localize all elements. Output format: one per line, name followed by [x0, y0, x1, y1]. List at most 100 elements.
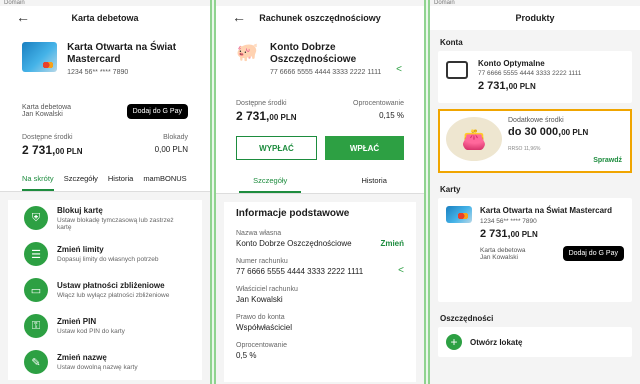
card-owner: Jan Kowalski [22, 111, 63, 118]
promo-amount: do 30 000,00 PLN [508, 126, 588, 138]
blocked-label: Blokady [163, 134, 188, 141]
rate-label: Oprocentowanie [353, 100, 404, 107]
add-to-gpay-button[interactable]: Dodaj do G Pay [126, 103, 188, 119]
card-type: Karta debetowa [22, 104, 72, 111]
tab-mambonus[interactable]: mamBONUS [143, 168, 186, 191]
card-details-screen: Domain ← Karta debetowa Karta Otwarta na… [0, 0, 212, 384]
savings-account-screen: ← Rachunek oszczędnościowy 🐖 Konto Dobrz… [214, 0, 426, 384]
field-label: Nazwa własna [236, 230, 282, 237]
screens-container: Domain ← Karta debetowa Karta Otwarta na… [0, 0, 640, 384]
piggy-bank-icon: 🐖 [236, 42, 259, 62]
menu-title: Ustaw płatności zbliżeniowe [57, 281, 165, 290]
menu-subtitle: Dopasuj limity do własnych potrzeb [57, 256, 159, 263]
change-name-link[interactable]: Zmień [380, 239, 404, 248]
balance-row: Dostępne środki 2 731,00 PLN Blokady 0,0… [0, 128, 210, 168]
share-icon[interactable]: < [398, 265, 404, 276]
info-row-owner: Właściciel rachunku Jan Kowalski [236, 281, 404, 309]
withdraw-button[interactable]: WYPŁAĆ [236, 136, 317, 160]
menu-item-limits[interactable]: ☰ Zmień limity Dopasuj limity do własnych… [14, 236, 196, 272]
field-label: Numer rachunku [236, 258, 288, 265]
available-amount: 2 731,00 PLN [22, 143, 83, 157]
amount-cents: 00 PLN [55, 147, 83, 156]
promo-rrso: RRSO 11,96% [508, 146, 541, 152]
cards-section-title: Karty [440, 185, 461, 194]
tab-shortcuts[interactable]: Na skróty [22, 168, 54, 191]
info-row-right: Prawo do konta Współwłaściciel [236, 309, 404, 337]
lock-icon: ⚿ [24, 314, 48, 338]
card-product[interactable]: Karta Otwarta na Świat Mastercard 1234 5… [438, 198, 632, 302]
back-arrow-icon[interactable]: ← [16, 9, 30, 25]
shortcut-list: ⛨ Blokuj kartę Ustaw blokadę tymczasową l… [8, 200, 202, 380]
blocked-amount: 0,00 PLN [154, 145, 188, 154]
menu-item-rename[interactable]: ✎ Zmień nazwę Ustaw dowolną nazwę karty [14, 344, 196, 380]
account-card[interactable]: Konto Optymalne 77 6666 5555 4444 3333 2… [438, 51, 632, 103]
sliders-icon: ☰ [24, 242, 48, 266]
wallet-icon [446, 61, 468, 79]
rate-value: 0,15 % [379, 111, 404, 120]
menu-subtitle: Ustaw dowolną nazwę karty [57, 364, 138, 371]
account-tabs: Szczegóły Historia [216, 170, 424, 194]
plus-icon: + [446, 334, 462, 350]
action-buttons: WYPŁAĆ WPŁAĆ [216, 132, 424, 170]
account-header: 🐖 Konto Dobrze Oszczędnościowe 77 6666 5… [216, 30, 424, 94]
products-screen: Domain Produkty Konta Konto Optymalne 77… [428, 0, 640, 384]
card-tabs: Na skróty Szczegóły Historia mamBONUS [0, 168, 210, 192]
gpay-label: Dodaj do [568, 250, 597, 257]
page-title: Produkty [515, 13, 555, 23]
menu-subtitle: Włącz lub wyłącz płatności zbliżeniowe [57, 292, 170, 299]
tab-details[interactable]: Szczegóły [239, 170, 302, 193]
gpay-logo: G Pay [598, 250, 618, 257]
share-icon[interactable]: < [396, 64, 402, 75]
amount-main: 2 731, [478, 80, 509, 92]
menu-item-block-card[interactable]: ⛨ Blokuj kartę Ustaw blokadę tymczasową l… [14, 200, 196, 236]
open-deposit-label: Otwórz lokatę [470, 337, 523, 347]
wallet-coins-illustration: 👛 [446, 117, 502, 161]
account-number: 77 6666 5555 4444 3333 2222 1111 [270, 69, 382, 76]
card-owner: Jan Kowalski [480, 253, 518, 261]
back-arrow-icon[interactable]: ← [232, 9, 246, 25]
field-value: 0,5 % [236, 351, 257, 360]
field-value: Jan Kowalski [236, 295, 283, 304]
add-to-gpay-button[interactable]: Dodaj do G Pay [562, 246, 624, 261]
deposit-button[interactable]: WPŁAĆ [325, 136, 404, 160]
field-value: Współwłaściciel [236, 323, 293, 332]
top-bar: ← Rachunek oszczędnościowy [216, 6, 424, 30]
open-deposit-button[interactable]: + Otwórz lokatę [438, 327, 632, 357]
savings-section-title: Oszczędności [440, 314, 494, 323]
info-row-rate: Oprocentowanie 0,5 % [236, 337, 404, 365]
accounts-section-title: Konta [440, 38, 463, 47]
tab-details[interactable]: Szczegóły [64, 168, 98, 191]
card-name: Karta Otwarta na Świat Mastercard [480, 206, 613, 215]
tab-history[interactable]: Historia [108, 168, 133, 191]
card-header: Karta Otwarta na Świat Mastercard 1234 5… [0, 30, 210, 98]
account-name: Konto Optymalne [478, 59, 545, 68]
account-name: Konto Dobrze Oszczędnościowe [270, 42, 357, 65]
menu-title: Zmień limity [57, 245, 104, 254]
amount-main: 2 731, [236, 109, 270, 123]
menu-item-pin[interactable]: ⚿ Zmień PIN Ustaw kod PIN do karty [14, 308, 196, 344]
info-title: Informacje podstawowe [236, 208, 350, 219]
tab-history[interactable]: Historia [347, 170, 400, 193]
page-title: Karta debetowa [71, 13, 139, 23]
basic-info-panel: Informacje podstawowe Nazwa własna Konto … [224, 202, 416, 382]
account-number: 77 6666 5555 4444 3333 2222 1111 [478, 70, 582, 77]
menu-subtitle: Ustaw blokadę tymczasową lub zastrzeż ka… [57, 216, 174, 231]
shield-icon: ⛨ [24, 206, 48, 230]
gpay-label: Dodaj do [132, 107, 161, 115]
menu-subtitle: Ustaw kod PIN do karty [57, 328, 125, 335]
card-name: Karta Otwarta na Świat Mastercard [67, 42, 177, 65]
account-balance: 2 731,00 PLN [478, 80, 581, 92]
menu-title: Zmień PIN [57, 317, 97, 326]
promo-label: Dodatkowe środki [508, 117, 564, 124]
field-value: 77 6666 5555 4444 3333 2222 1111 [236, 267, 364, 276]
menu-item-contactless[interactable]: ▭ Ustaw płatności zbliżeniowe Włącz lub w… [14, 272, 196, 308]
field-label: Właściciel rachunku [236, 286, 298, 293]
amount-cents: 00 PLN [510, 230, 538, 239]
loan-promo-banner[interactable]: 👛 Dodatkowe środki do 30 000,00 PLN RRSO… [438, 109, 632, 173]
card-type: Karta debetowa [480, 246, 526, 254]
card-number: 1234 56** **** 7890 [480, 218, 537, 225]
check-link[interactable]: Sprawdź [593, 157, 622, 164]
available-label: Dostępne środki [236, 100, 287, 107]
pencil-icon: ✎ [24, 350, 48, 374]
card-image [446, 206, 472, 223]
